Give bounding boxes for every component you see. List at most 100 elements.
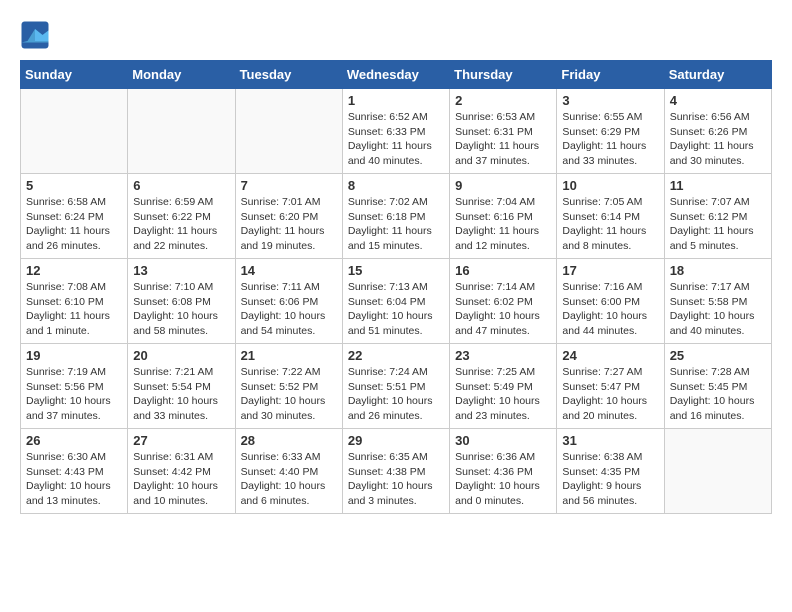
calendar-cell: 22 Sunrise: 7:24 AM Sunset: 5:51 PM Dayli…	[342, 344, 449, 429]
day-number: 10	[562, 178, 658, 193]
week-row-2: 5 Sunrise: 6:58 AM Sunset: 6:24 PM Daylig…	[21, 174, 772, 259]
day-number: 28	[241, 433, 337, 448]
day-info: Sunrise: 6:30 AM Sunset: 4:43 PM Dayligh…	[26, 450, 122, 509]
day-info: Sunrise: 7:10 AM Sunset: 6:08 PM Dayligh…	[133, 280, 229, 339]
day-info: Sunrise: 7:17 AM Sunset: 5:58 PM Dayligh…	[670, 280, 766, 339]
week-row-5: 26 Sunrise: 6:30 AM Sunset: 4:43 PM Dayli…	[21, 429, 772, 514]
day-info: Sunrise: 6:35 AM Sunset: 4:38 PM Dayligh…	[348, 450, 444, 509]
calendar-cell: 14 Sunrise: 7:11 AM Sunset: 6:06 PM Dayli…	[235, 259, 342, 344]
calendar-cell: 3 Sunrise: 6:55 AM Sunset: 6:29 PM Daylig…	[557, 89, 664, 174]
day-header-saturday: Saturday	[664, 61, 771, 89]
day-info: Sunrise: 7:16 AM Sunset: 6:00 PM Dayligh…	[562, 280, 658, 339]
day-info: Sunrise: 7:05 AM Sunset: 6:14 PM Dayligh…	[562, 195, 658, 254]
calendar-cell: 17 Sunrise: 7:16 AM Sunset: 6:00 PM Dayli…	[557, 259, 664, 344]
calendar-cell: 25 Sunrise: 7:28 AM Sunset: 5:45 PM Dayli…	[664, 344, 771, 429]
day-info: Sunrise: 7:11 AM Sunset: 6:06 PM Dayligh…	[241, 280, 337, 339]
day-number: 21	[241, 348, 337, 363]
day-info: Sunrise: 7:07 AM Sunset: 6:12 PM Dayligh…	[670, 195, 766, 254]
calendar-cell: 11Sunrise: 7:07 AM Sunset: 6:12 PM Dayli…	[664, 174, 771, 259]
week-row-4: 19Sunrise: 7:19 AM Sunset: 5:56 PM Dayli…	[21, 344, 772, 429]
calendar-cell: 12 Sunrise: 7:08 AM Sunset: 6:10 PM Dayli…	[21, 259, 128, 344]
day-info: Sunrise: 6:55 AM Sunset: 6:29 PM Dayligh…	[562, 110, 658, 169]
day-info: Sunrise: 6:31 AM Sunset: 4:42 PM Dayligh…	[133, 450, 229, 509]
day-number: 3	[562, 93, 658, 108]
day-number: 25	[670, 348, 766, 363]
day-number: 17	[562, 263, 658, 278]
calendar-cell: 31 Sunrise: 6:38 AM Sunset: 4:35 PM Dayli…	[557, 429, 664, 514]
day-number: 31	[562, 433, 658, 448]
day-info: Sunrise: 7:22 AM Sunset: 5:52 PM Dayligh…	[241, 365, 337, 424]
day-header-friday: Friday	[557, 61, 664, 89]
day-number: 14	[241, 263, 337, 278]
day-number: 5	[26, 178, 122, 193]
day-info: Sunrise: 7:02 AM Sunset: 6:18 PM Dayligh…	[348, 195, 444, 254]
day-number: 12	[26, 263, 122, 278]
day-info: Sunrise: 6:56 AM Sunset: 6:26 PM Dayligh…	[670, 110, 766, 169]
day-info: Sunrise: 6:33 AM Sunset: 4:40 PM Dayligh…	[241, 450, 337, 509]
day-header-tuesday: Tuesday	[235, 61, 342, 89]
day-info: Sunrise: 7:27 AM Sunset: 5:47 PM Dayligh…	[562, 365, 658, 424]
calendar-cell: 23Sunrise: 7:25 AM Sunset: 5:49 PM Dayli…	[450, 344, 557, 429]
calendar-cell: 4 Sunrise: 6:56 AM Sunset: 6:26 PM Daylig…	[664, 89, 771, 174]
day-number: 16	[455, 263, 551, 278]
day-info: Sunrise: 6:36 AM Sunset: 4:36 PM Dayligh…	[455, 450, 551, 509]
calendar-cell: 16 Sunrise: 7:14 AM Sunset: 6:02 PM Dayli…	[450, 259, 557, 344]
day-info: Sunrise: 6:53 AM Sunset: 6:31 PM Dayligh…	[455, 110, 551, 169]
day-info: Sunrise: 7:13 AM Sunset: 6:04 PM Dayligh…	[348, 280, 444, 339]
day-info: Sunrise: 7:01 AM Sunset: 6:20 PM Dayligh…	[241, 195, 337, 254]
day-header-sunday: Sunday	[21, 61, 128, 89]
day-number: 29	[348, 433, 444, 448]
calendar-table: SundayMondayTuesdayWednesdayThursdayFrid…	[20, 60, 772, 514]
day-info: Sunrise: 6:52 AM Sunset: 6:33 PM Dayligh…	[348, 110, 444, 169]
calendar-cell: 28 Sunrise: 6:33 AM Sunset: 4:40 PM Dayli…	[235, 429, 342, 514]
calendar-cell: 7 Sunrise: 7:01 AM Sunset: 6:20 PM Daylig…	[235, 174, 342, 259]
day-number: 24	[562, 348, 658, 363]
day-info: Sunrise: 7:08 AM Sunset: 6:10 PM Dayligh…	[26, 280, 122, 339]
day-number: 18	[670, 263, 766, 278]
day-number: 7	[241, 178, 337, 193]
day-number: 1	[348, 93, 444, 108]
calendar-cell: 6 Sunrise: 6:59 AM Sunset: 6:22 PM Daylig…	[128, 174, 235, 259]
calendar-cell: 27Sunrise: 6:31 AM Sunset: 4:42 PM Dayli…	[128, 429, 235, 514]
calendar-cell: 13 Sunrise: 7:10 AM Sunset: 6:08 PM Dayli…	[128, 259, 235, 344]
day-info: Sunrise: 6:38 AM Sunset: 4:35 PM Dayligh…	[562, 450, 658, 509]
day-number: 23	[455, 348, 551, 363]
day-number: 26	[26, 433, 122, 448]
day-info: Sunrise: 7:14 AM Sunset: 6:02 PM Dayligh…	[455, 280, 551, 339]
calendar-cell: 24 Sunrise: 7:27 AM Sunset: 5:47 PM Dayli…	[557, 344, 664, 429]
day-info: Sunrise: 6:58 AM Sunset: 6:24 PM Dayligh…	[26, 195, 122, 254]
day-info: Sunrise: 7:19 AM Sunset: 5:56 PM Dayligh…	[26, 365, 122, 424]
day-header-thursday: Thursday	[450, 61, 557, 89]
calendar-cell	[235, 89, 342, 174]
calendar-cell: 26 Sunrise: 6:30 AM Sunset: 4:43 PM Dayli…	[21, 429, 128, 514]
logo-icon	[20, 20, 50, 50]
calendar-cell: 2Sunrise: 6:53 AM Sunset: 6:31 PM Daylig…	[450, 89, 557, 174]
day-number: 6	[133, 178, 229, 193]
day-info: Sunrise: 7:24 AM Sunset: 5:51 PM Dayligh…	[348, 365, 444, 424]
calendar-cell: 1 Sunrise: 6:52 AM Sunset: 6:33 PM Daylig…	[342, 89, 449, 174]
calendar-cell: 29 Sunrise: 6:35 AM Sunset: 4:38 PM Dayli…	[342, 429, 449, 514]
day-info: Sunrise: 6:59 AM Sunset: 6:22 PM Dayligh…	[133, 195, 229, 254]
calendar-cell: 5 Sunrise: 6:58 AM Sunset: 6:24 PM Daylig…	[21, 174, 128, 259]
calendar-cell: 21 Sunrise: 7:22 AM Sunset: 5:52 PM Dayli…	[235, 344, 342, 429]
day-info: Sunrise: 7:21 AM Sunset: 5:54 PM Dayligh…	[133, 365, 229, 424]
calendar-cell	[21, 89, 128, 174]
calendar-cell: 9 Sunrise: 7:04 AM Sunset: 6:16 PM Daylig…	[450, 174, 557, 259]
day-info: Sunrise: 7:04 AM Sunset: 6:16 PM Dayligh…	[455, 195, 551, 254]
calendar-cell: 30Sunrise: 6:36 AM Sunset: 4:36 PM Dayli…	[450, 429, 557, 514]
calendar-cell: 10 Sunrise: 7:05 AM Sunset: 6:14 PM Dayli…	[557, 174, 664, 259]
day-number: 22	[348, 348, 444, 363]
week-row-1: 1 Sunrise: 6:52 AM Sunset: 6:33 PM Daylig…	[21, 89, 772, 174]
calendar-cell	[128, 89, 235, 174]
calendar-cell: 18 Sunrise: 7:17 AM Sunset: 5:58 PM Dayli…	[664, 259, 771, 344]
day-number: 4	[670, 93, 766, 108]
day-number: 20	[133, 348, 229, 363]
calendar-cell: 8Sunrise: 7:02 AM Sunset: 6:18 PM Daylig…	[342, 174, 449, 259]
calendar-cell	[664, 429, 771, 514]
day-number: 9	[455, 178, 551, 193]
day-header-monday: Monday	[128, 61, 235, 89]
logo	[20, 20, 55, 50]
day-info: Sunrise: 7:28 AM Sunset: 5:45 PM Dayligh…	[670, 365, 766, 424]
calendar-cell: 15Sunrise: 7:13 AM Sunset: 6:04 PM Dayli…	[342, 259, 449, 344]
day-number: 13	[133, 263, 229, 278]
